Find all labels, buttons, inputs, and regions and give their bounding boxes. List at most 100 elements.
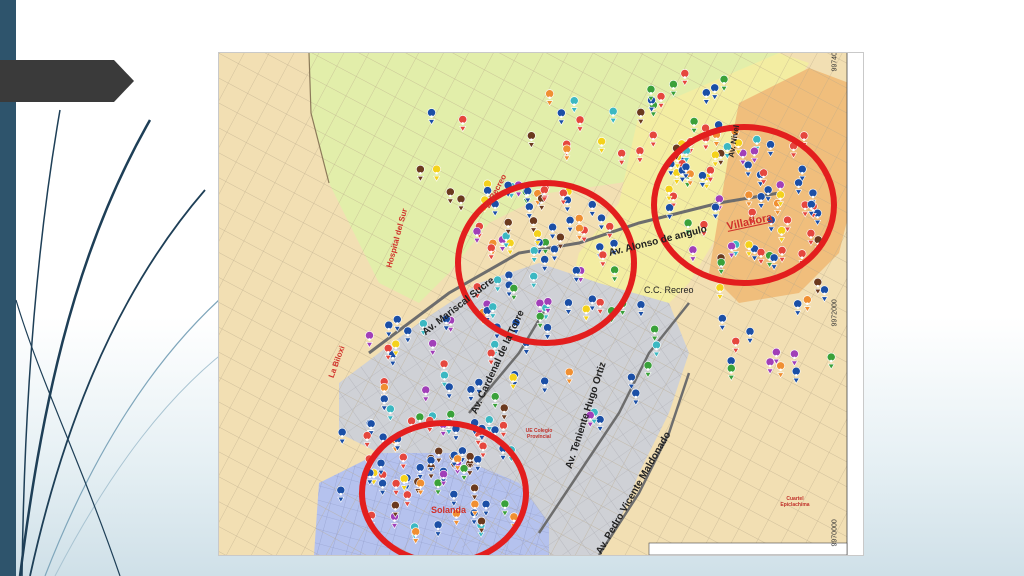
map-pin-dot (651, 137, 655, 141)
map-pin-dot (713, 90, 717, 94)
map-pin-dot (714, 157, 717, 161)
map-pin-dot (503, 506, 507, 510)
map-pin-dot (551, 229, 554, 233)
map-pin-dot (436, 527, 440, 531)
map-pin-dot (598, 422, 602, 425)
map-pin-dot (419, 171, 422, 175)
map-pin-dot (387, 327, 391, 331)
map-image: Av. Mariscal Sucre Av. Cardenal de la To… (218, 52, 864, 556)
map-pin-dot (468, 459, 472, 462)
map-pin-dot (672, 87, 675, 90)
map-pin-dot (395, 322, 399, 325)
map-pin-dot (546, 304, 550, 307)
map-pin-dot (525, 345, 528, 349)
map-pin-dot (775, 354, 778, 358)
map-pin-dot (683, 76, 687, 79)
map-pin-dot (429, 463, 433, 466)
map-pin-dot (776, 206, 779, 209)
map-pin-dot (441, 427, 445, 430)
map-pin-dot (719, 156, 723, 159)
map-pin-dot (630, 379, 633, 383)
map-pin-dot (538, 319, 542, 322)
map-pin-dot (611, 114, 615, 117)
map-pin-dot (537, 245, 541, 248)
map-pin-dot (566, 202, 569, 206)
map-pin-dot (480, 523, 483, 527)
map-pin-dot (548, 96, 551, 100)
map-pin-dot (811, 195, 815, 199)
map-pin-dot (653, 331, 656, 335)
map-pin-dot (506, 225, 510, 228)
map-pin-dot (816, 215, 819, 219)
map-pin-dot (772, 260, 776, 264)
map-pin-dot (442, 476, 445, 480)
map-pin-dot (608, 229, 612, 232)
map-pin-dot (449, 323, 452, 326)
map-pin-dot (729, 371, 733, 374)
map-pin-dot (634, 395, 638, 399)
map-pin-dot (719, 265, 723, 268)
map-pin-dot (567, 305, 570, 309)
map-pin-dot (436, 485, 440, 489)
map-pin-dot (620, 156, 623, 159)
map-pin-dot (705, 95, 708, 98)
map-pin-dot (802, 138, 806, 141)
map-pin-dot (382, 401, 386, 405)
map-pin-dot (419, 485, 422, 489)
map-pin-dot (368, 338, 371, 341)
map-pin-dot (675, 175, 679, 178)
map-pin-dot (528, 209, 531, 213)
map-pin-dot (714, 209, 717, 213)
map-pin-dot (418, 470, 422, 473)
map-pin-dot (747, 247, 751, 251)
map-pin-dot (779, 197, 782, 201)
map-pin-dot (501, 451, 505, 454)
map-pin-dot (372, 475, 376, 479)
map-pin-dot (368, 475, 372, 479)
map-pin-dot (431, 346, 434, 349)
map-pin-dot (339, 492, 343, 496)
map-pin-dot (383, 390, 386, 393)
map-coordinate-strip (847, 53, 863, 555)
map-pin-dot (502, 428, 505, 431)
map-pin-dot (800, 256, 804, 260)
map-pin-dot (672, 198, 675, 202)
map-pin-dot (759, 199, 763, 202)
map-pin-dot (600, 144, 603, 147)
map-pin-dot (414, 534, 418, 538)
map-pin-dot (769, 147, 772, 150)
map-pin-dot (584, 311, 588, 315)
map-pin-dot (449, 194, 452, 198)
map-pin-dot (508, 245, 512, 249)
map-pin-dot (598, 305, 602, 308)
map-pin-dot (722, 81, 726, 85)
map-pin-dot (667, 191, 671, 195)
map-pin-dot (705, 179, 708, 183)
map-pin-dot (809, 236, 813, 239)
map-pin-dot (393, 519, 396, 522)
map-pin-dot (688, 176, 692, 180)
map-pin-dot (792, 148, 795, 152)
map-pin-dot (753, 153, 756, 157)
map-pin-dot (780, 233, 783, 236)
map-pin-dot (379, 465, 383, 469)
map-pin-dot (800, 171, 804, 175)
map-pin-dot (565, 151, 569, 155)
map-pin-dot (575, 273, 578, 276)
map-pin-dot (447, 389, 451, 393)
map-pin-dot (734, 343, 738, 347)
map-pin-dot (685, 153, 688, 156)
map-pin-dot (456, 461, 459, 465)
map-pin-dot (396, 441, 399, 445)
map-pin-dot (476, 462, 480, 465)
map-pin-dot (691, 252, 695, 256)
map-pin-dot (452, 497, 456, 500)
map-pin-dot (493, 399, 497, 402)
map-pin-dot (803, 207, 807, 211)
map-pin-dot (582, 232, 586, 236)
map-pin-dot (386, 350, 390, 354)
map-pin-dot (650, 102, 653, 106)
map-pin-dot (655, 347, 658, 351)
map-pin-dot (567, 374, 571, 378)
map-pin-dot (435, 171, 438, 175)
